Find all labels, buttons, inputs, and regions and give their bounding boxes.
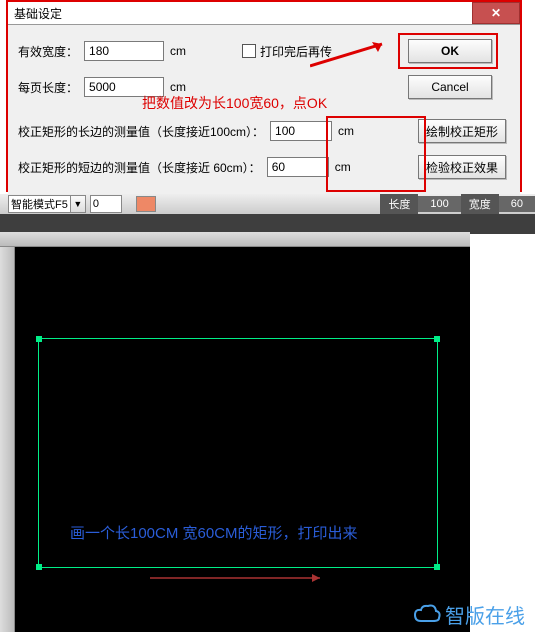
checkbox-label: 打印完后再传 [260, 43, 332, 60]
handle-icon[interactable] [434, 336, 440, 342]
toolbar-number[interactable] [90, 195, 122, 213]
title-bar[interactable]: 基础设定 ✕ [8, 2, 520, 25]
width-value: 60 [499, 196, 535, 212]
watermark-text: 智版在线 [445, 600, 525, 629]
mode-select[interactable]: 智能模式F5 [8, 195, 71, 213]
ruler-vertical [0, 232, 15, 632]
dialog-body: 有效宽度： cm 打印完后再传 每页长度： cm OK Cancel 把数值改为… [8, 25, 520, 209]
label-measure-long: 校正矩形的长边的测量值（长度接近100cm）： [18, 123, 264, 140]
btn-label: 绘制校正矩形 [426, 123, 498, 140]
cancel-label: Cancel [431, 80, 468, 94]
length-label: 长度 [380, 194, 418, 214]
ok-button[interactable]: OK [408, 39, 492, 63]
row-measure-long: 校正矩形的长边的测量值（长度接近100cm）： cm [18, 121, 354, 141]
watermark: 智版在线 [413, 600, 525, 629]
row-measure-short: 校正矩形的短边的测量值（长度接近 60cm）： cm [18, 157, 351, 177]
checkbox-icon [242, 44, 256, 58]
btn-label: 检验校正效果 [426, 159, 498, 176]
annotation-box-values [326, 116, 426, 192]
ok-label: OK [441, 44, 459, 58]
color-swatch-icon[interactable] [136, 196, 156, 212]
length-value: 100 [418, 196, 460, 212]
draw-calibration-button[interactable]: 绘制校正矩形 [418, 119, 506, 143]
checkbox-print-after[interactable]: 打印完后再传 [242, 43, 332, 60]
handle-icon[interactable] [36, 564, 42, 570]
label-width: 有效宽度： [18, 43, 78, 60]
settings-dialog: 基础设定 ✕ 有效宽度： cm 打印完后再传 每页长度： cm OK Cance… [8, 2, 520, 209]
canvas-annotation-text: 画一个长100CM 宽60CM的矩形，打印出来 [70, 522, 358, 543]
width-label: 宽度 [461, 194, 499, 214]
handle-icon[interactable] [434, 564, 440, 570]
chevron-down-icon[interactable]: ▼ [71, 195, 86, 213]
dialog-title: 基础设定 [14, 5, 62, 22]
unit-cm: cm [170, 44, 186, 58]
input-measure-long[interactable] [270, 121, 332, 141]
label-length: 每页长度： [18, 79, 78, 96]
close-icon: ✕ [491, 6, 501, 20]
close-button[interactable]: ✕ [472, 2, 520, 24]
input-measure-short[interactable] [267, 157, 329, 177]
cancel-button[interactable]: Cancel [408, 75, 492, 99]
watermark-cloud-icon [413, 603, 441, 627]
app-toolbar: 智能模式F5 ▼ 长度 100 宽度 60 [0, 194, 535, 234]
handle-icon[interactable] [36, 336, 42, 342]
input-width[interactable] [84, 41, 164, 61]
mode-value: 智能模式F5 [11, 196, 68, 212]
canvas-arrow-icon [150, 572, 330, 584]
toolbar-top: 智能模式F5 ▼ 长度 100 宽度 60 [0, 194, 535, 214]
drawing-canvas[interactable]: 画一个长100CM 宽60CM的矩形，打印出来 [0, 232, 470, 632]
test-calibration-button[interactable]: 检验校正效果 [418, 155, 506, 179]
label-measure-short: 校正矩形的短边的测量值（长度接近 60cm）： [18, 159, 261, 176]
annotation-note: 把数值改为长100宽60，点OK [142, 93, 327, 113]
ruler-horizontal [0, 232, 470, 247]
unit-cm: cm [170, 80, 186, 94]
